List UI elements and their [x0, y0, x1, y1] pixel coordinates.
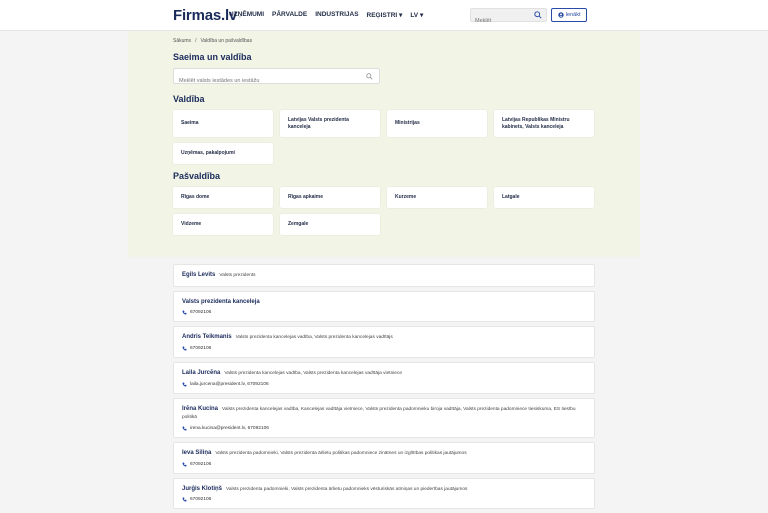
header-search-input[interactable]: [471, 15, 529, 27]
list-item[interactable]: Egils Levits Valsts prezidents: [173, 264, 595, 287]
header-search: [470, 8, 547, 27]
institution-search: [173, 68, 380, 88]
nav-uznemumi[interactable]: UZŅĒMUMI: [229, 11, 264, 19]
user-icon: [557, 12, 564, 18]
list-item[interactable]: Laila Jurcēna Valsts prezidenta kanceleja…: [173, 361, 595, 394]
breadcrumb-separator: /: [195, 38, 197, 44]
nav-language[interactable]: LV ▾: [410, 11, 423, 19]
tile-president-chancery[interactable]: Latvijas Valsts prezidenta kanceleja: [280, 110, 380, 137]
contact-text[interactable]: 67092106: [190, 310, 211, 315]
page-title: Saeima un valdība: [173, 52, 252, 62]
phone-icon: [182, 310, 187, 315]
phone-icon: [182, 382, 187, 387]
person-role: Valsts prezidenta padomnieki, Valsts pre…: [215, 450, 467, 456]
person-name[interactable]: Ieva Siliņa: [182, 450, 211, 456]
phone-icon: [182, 346, 187, 351]
person-name[interactable]: Valsts prezidenta kanceleja: [182, 299, 260, 305]
contact-text[interactable]: 67092106: [190, 497, 211, 502]
search-icon[interactable]: [534, 11, 542, 19]
phone-icon: [182, 462, 187, 467]
contact-text[interactable]: laila.jurcena@president.lv, 67092106: [190, 382, 269, 387]
nav-parvalde[interactable]: PĀRVALDE: [272, 11, 307, 19]
login-button[interactable]: Ienākt: [551, 8, 587, 22]
tile-zemgale[interactable]: Zemgale: [280, 214, 380, 235]
person-role: Valsts prezidents: [219, 273, 256, 278]
phone-icon: [182, 426, 187, 431]
tile-riga-district[interactable]: Rīgas apkaime: [280, 187, 380, 208]
tile-ministries[interactable]: Ministrijas: [387, 110, 487, 137]
breadcrumb-home[interactable]: Sākums: [173, 38, 191, 44]
tile-riga-city[interactable]: Rīgas dome: [173, 187, 273, 208]
hero-section: Sākums / Valdība un pašvaldības Saeima un …: [128, 31, 640, 257]
contact-info: 67092106: [182, 462, 586, 467]
site-logo[interactable]: Firmas.lv: [173, 7, 237, 24]
list-item[interactable]: Andris Teikmanis Valsts prezidenta kancel…: [173, 326, 595, 358]
list-item[interactable]: Valsts prezidenta kanceleja 67092106: [173, 290, 595, 323]
top-navigation-bar: Firmas.lv UZŅĒMUMI PĀRVALDE INDUSTRIJAS …: [0, 0, 768, 31]
list-item[interactable]: Jurģis Klotiņš Valsts prezidenta padomnie…: [173, 477, 595, 510]
person-name[interactable]: Irēna Kucina: [182, 406, 218, 412]
contact-text[interactable]: 67092106: [190, 346, 211, 351]
contact-info: 67092106: [182, 497, 586, 502]
people-list: Egils Levits Valsts prezidents Valsts pre…: [173, 264, 595, 513]
tile-latgale[interactable]: Latgale: [494, 187, 594, 208]
contact-info: irena.kucina@president.lv, 67092106: [182, 426, 586, 431]
tile-cabinet[interactable]: Latvijas Republikas Ministru kabinets, V…: [494, 110, 594, 137]
person-name[interactable]: Andris Teikmanis: [182, 334, 232, 340]
person-role: Valsts prezidenta kancelejas vadība, Val…: [224, 370, 403, 376]
institution-search-input[interactable]: [174, 74, 354, 88]
contact-info: 67092106: [182, 310, 586, 315]
tile-kurzeme[interactable]: Kurzeme: [387, 187, 487, 208]
breadcrumb-current: Valdība un pašvaldības: [200, 38, 253, 44]
tile-services[interactable]: Uzņēmas, pakalpojumi: [173, 143, 273, 164]
search-icon[interactable]: [366, 73, 373, 80]
person-role: Valsts prezidenta kancelejas vadība, Val…: [235, 335, 393, 341]
person-role: Valsts prezidenta kancelejas vadība, Kan…: [182, 406, 576, 421]
section-title-valdiba: Valdība: [173, 94, 205, 104]
contact-text[interactable]: 67092106: [190, 462, 211, 467]
main-nav: UZŅĒMUMI PĀRVALDE INDUSTRIJAS REĢISTRI ▾…: [229, 11, 423, 19]
section-title-pasvaldiba: Pašvaldība: [173, 171, 221, 181]
person-role: Valsts prezidenta padomnieki, Valsts pre…: [226, 486, 468, 492]
phone-icon: [182, 497, 187, 502]
person-name[interactable]: Laila Jurcēna: [182, 370, 220, 376]
list-item[interactable]: Irēna Kucina Valsts prezidenta kancelejas…: [173, 397, 595, 438]
tile-vidzeme[interactable]: Vidzeme: [173, 214, 273, 235]
person-name[interactable]: Egils Levits: [182, 272, 215, 278]
list-item[interactable]: Ieva Siliņa Valsts prezidenta padomnieki,…: [173, 441, 595, 474]
breadcrumb: Sākums / Valdība un pašvaldības: [173, 38, 252, 44]
nav-industrijas[interactable]: INDUSTRIJAS: [315, 11, 358, 19]
contact-info: laila.jurcena@president.lv, 67092106: [182, 382, 586, 387]
tile-saeima[interactable]: Saeima: [173, 110, 273, 137]
nav-registri[interactable]: REĢISTRI ▾: [367, 11, 403, 19]
contact-info: 67092106: [182, 346, 586, 351]
person-name[interactable]: Jurģis Klotiņš: [182, 486, 222, 492]
login-label: Ienākt: [565, 12, 581, 18]
contact-text[interactable]: irena.kucina@president.lv, 67092106: [190, 426, 269, 431]
